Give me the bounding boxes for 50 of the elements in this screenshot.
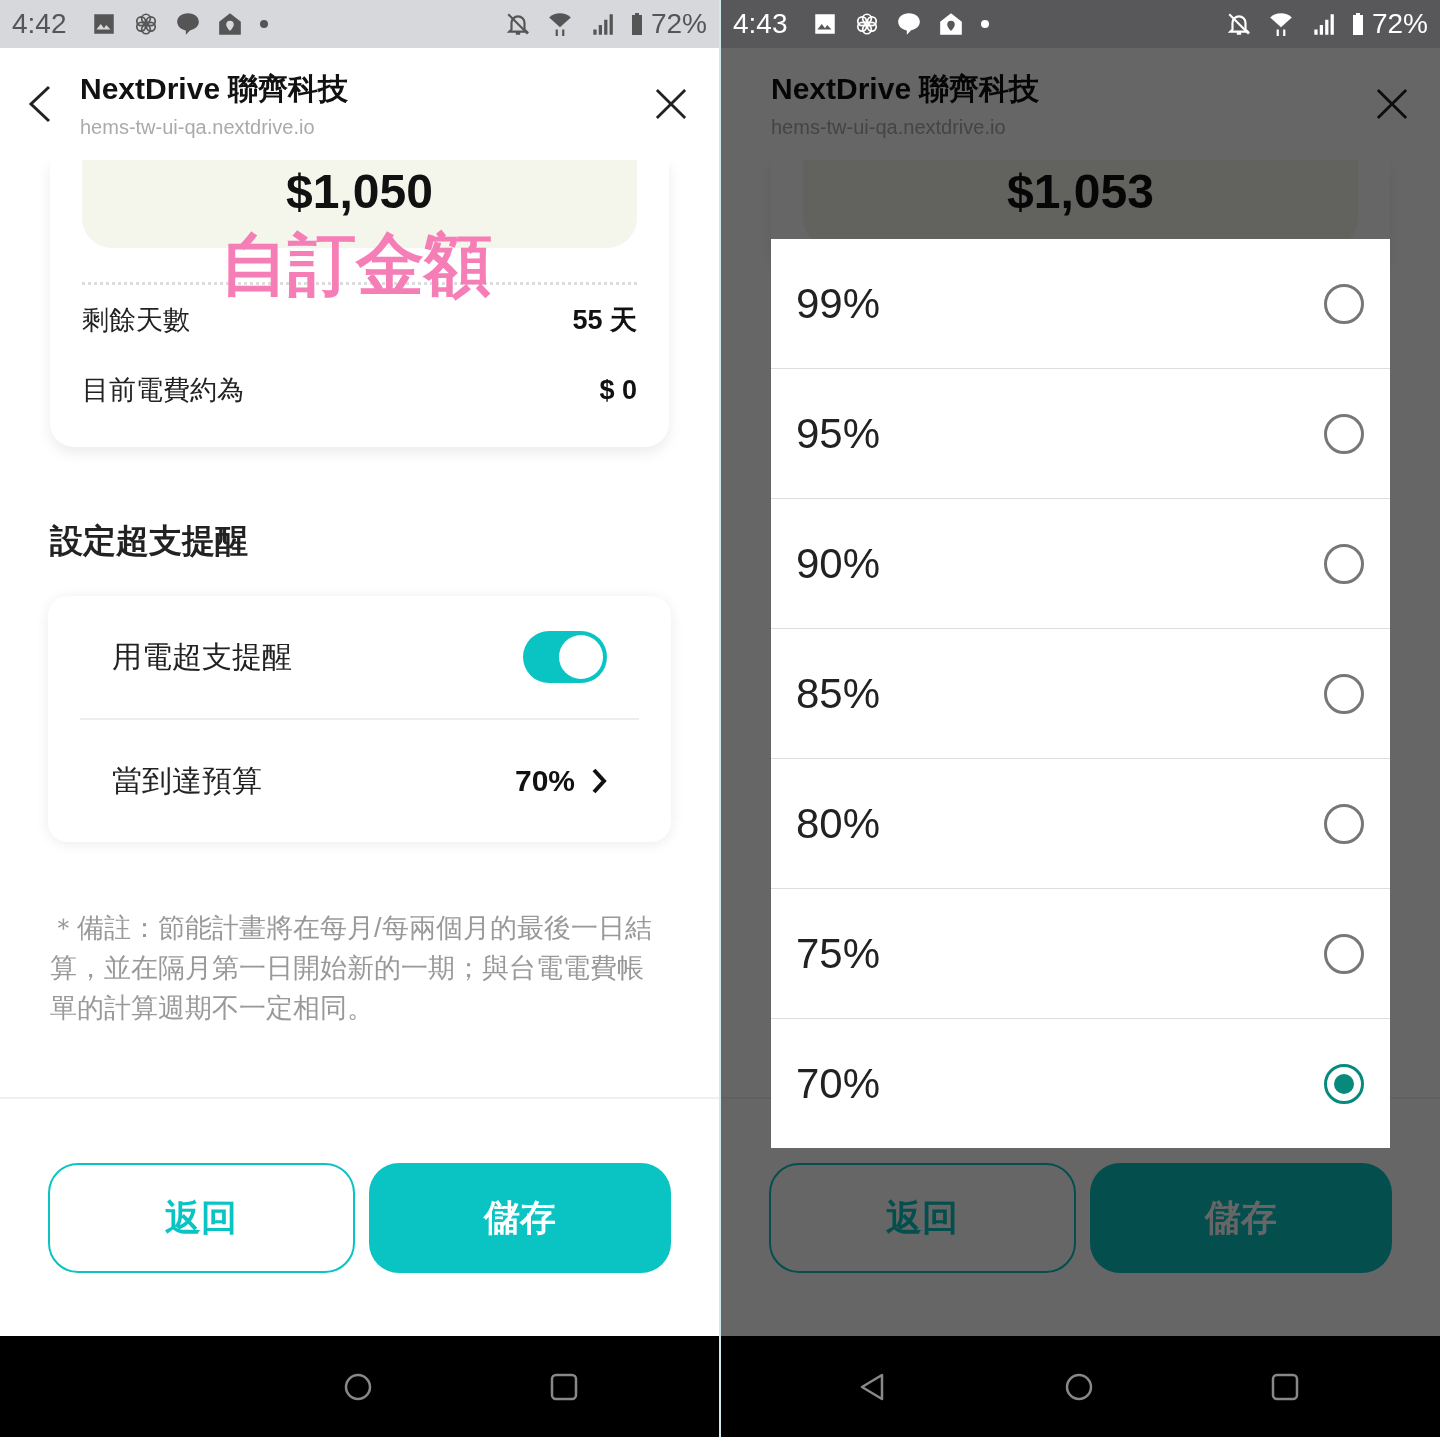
back-icon[interactable] — [28, 85, 52, 123]
dot-icon — [979, 19, 990, 29]
status-time: 4:43 — [733, 8, 788, 40]
wifi-icon — [546, 11, 573, 37]
option-item[interactable]: 99% — [771, 239, 1390, 369]
page-url: hems-tw-ui-qa.nextdrive.io — [80, 116, 316, 139]
battery-percent: 72% — [650, 8, 707, 40]
battery-percent: 72% — [1371, 8, 1428, 40]
radio-button[interactable] — [1324, 413, 1364, 454]
row-value: $ 0 — [599, 374, 637, 406]
row-label: 剩餘天數 — [82, 304, 190, 337]
row-value: 55 天 — [572, 304, 637, 337]
recents-square-icon[interactable] — [549, 1371, 579, 1402]
battery-icon — [1351, 11, 1364, 37]
chat-bubble-icon — [174, 11, 201, 37]
section-title: 設定超支提醒 — [50, 521, 249, 561]
threshold-label: 當到達預算 — [112, 762, 263, 799]
threshold-value[interactable]: 70% — [514, 764, 575, 798]
option-item[interactable]: 80% — [771, 759, 1390, 889]
dot-icon — [258, 19, 269, 29]
house-pin-icon — [937, 11, 964, 37]
option-item[interactable]: 95% — [771, 369, 1390, 499]
status-time: 4:42 — [12, 8, 67, 40]
radio-button[interactable] — [1324, 933, 1364, 974]
page-title: NextDrive 聯齊科技 — [80, 71, 350, 107]
chat-bubble-icon — [895, 11, 922, 37]
radio-button[interactable] — [1324, 673, 1364, 714]
radio-button[interactable] — [1324, 803, 1364, 844]
chevron-right-icon[interactable] — [591, 767, 607, 795]
row-label: 目前電費約為 — [82, 374, 244, 407]
note-text: ＊備註：節能計畫將在每月/每兩個月的最後一日結算，並在隔月第一日開始新的一期；與台電電費帳單的計算週期不一定相同。 — [50, 912, 653, 1025]
bell-off-icon — [1225, 11, 1252, 37]
home-circle-icon[interactable] — [1064, 1371, 1094, 1402]
option-item[interactable]: 85% — [771, 629, 1390, 759]
recents-square-icon[interactable] — [1270, 1371, 1300, 1402]
option-item[interactable]: 90% — [771, 499, 1390, 629]
page-title: NextDrive 聯齊科技 — [771, 71, 1041, 107]
toggle-label: 用電超支提醒 — [112, 638, 293, 675]
bell-off-icon — [504, 11, 531, 37]
option-item[interactable]: 70% — [771, 1019, 1390, 1148]
radio-button[interactable] — [1324, 283, 1364, 324]
house-pin-icon — [216, 11, 243, 37]
radio-button[interactable] — [1324, 543, 1364, 584]
radio-button[interactable] — [1324, 1063, 1364, 1104]
close-icon[interactable] — [655, 88, 687, 120]
home-circle-icon[interactable] — [343, 1371, 373, 1402]
wifi-icon — [1267, 11, 1294, 37]
toggle-switch[interactable] — [523, 631, 607, 683]
battery-icon — [630, 11, 643, 37]
option-item[interactable]: 75% — [771, 889, 1390, 1019]
